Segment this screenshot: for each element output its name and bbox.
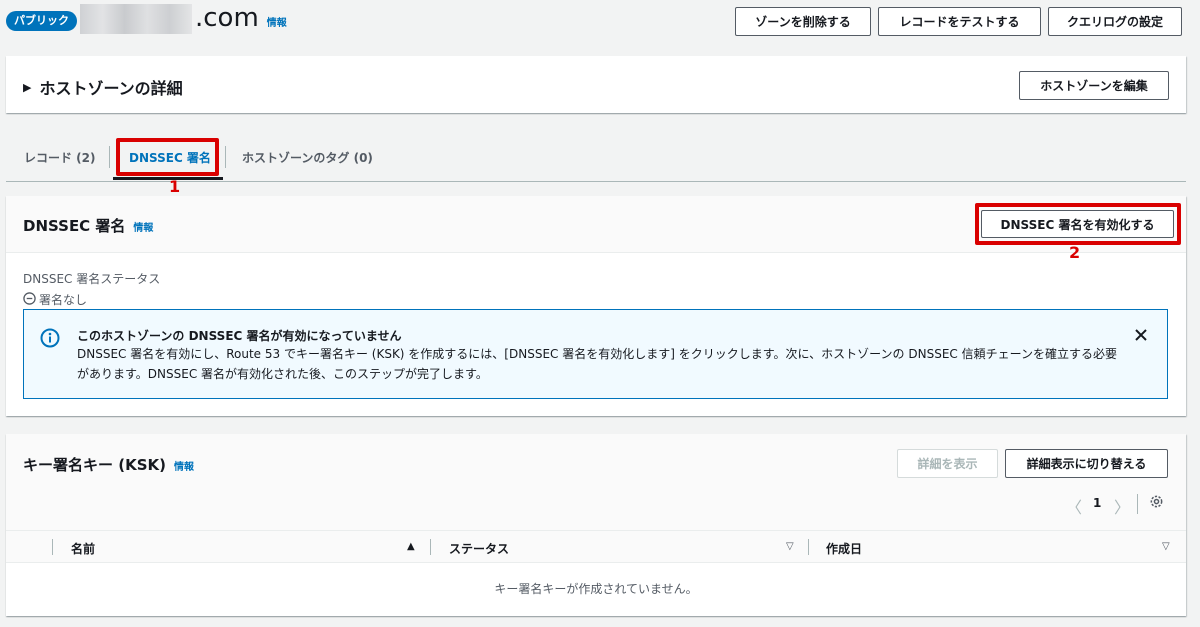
- highlight-box-1: [116, 138, 219, 176]
- active-tab-indicator: [113, 177, 223, 180]
- caret-right-icon: ▶: [23, 80, 32, 94]
- page-title: .com: [195, 3, 259, 33]
- pagination-divider: [1137, 494, 1138, 514]
- alert-body-line2: があります。DNSSEC 署名が有効化された後、このステップが完了します。: [77, 367, 488, 381]
- sort-icon[interactable]: ▽: [786, 541, 794, 552]
- dnssec-status-value[interactable]: 署名なし: [23, 290, 88, 311]
- dnssec-status-label: DNSSEC 署名ステータス: [23, 272, 161, 286]
- close-icon[interactable]: [1134, 327, 1148, 346]
- tab-bar-divider: [6, 181, 1186, 182]
- column-header-name[interactable]: 名前: [71, 540, 95, 557]
- alert-body-line1: DNSSEC 署名を有効にし、Route 53 でキー署名キー (KSK) を作…: [77, 347, 1117, 361]
- redacted-domain-name: [80, 4, 192, 34]
- minus-circle-icon: [23, 290, 36, 309]
- tab-records[interactable]: レコード (2): [24, 149, 96, 166]
- toggle-detail-view-button[interactable]: 詳細表示に切り替える: [1005, 449, 1168, 478]
- dnssec-info-link[interactable]: 情報: [133, 219, 153, 234]
- edit-zone-button[interactable]: ホストゾーンを編集: [1019, 71, 1169, 100]
- alert-title: このホストゾーンの DNSSEC 署名が有効になっていません: [77, 329, 402, 343]
- zone-details-panel: ▶ ホストゾーンの詳細 ホストゾーンを編集: [6, 56, 1186, 113]
- info-circle-icon: [40, 328, 60, 352]
- ksk-info-link[interactable]: 情報: [174, 458, 194, 473]
- gear-icon[interactable]: [1149, 494, 1164, 513]
- table-header-row: [6, 530, 1186, 563]
- chevron-right-icon[interactable]: 〉: [1114, 494, 1130, 518]
- status-text: 署名なし: [39, 293, 88, 307]
- tab-divider: [109, 146, 110, 168]
- delete-zone-button[interactable]: ゾーンを削除する: [735, 7, 871, 36]
- tab-divider: [225, 146, 226, 168]
- chevron-left-icon[interactable]: 〈: [1066, 494, 1082, 518]
- query-logging-button[interactable]: クエリログの設定: [1048, 7, 1182, 36]
- step-number-1: 1: [169, 177, 181, 196]
- tab-tags[interactable]: ホストゾーンのタグ (0): [242, 149, 373, 166]
- visibility-badge: パブリック: [6, 11, 77, 31]
- page-number[interactable]: 1: [1093, 496, 1101, 510]
- dnssec-title: DNSSEC 署名: [23, 217, 126, 235]
- header-info-link[interactable]: 情報: [267, 14, 287, 29]
- sort-ascending-icon[interactable]: ▲: [407, 541, 415, 552]
- ksk-title: キー署名キー (KSK): [23, 456, 166, 474]
- zone-details-toggle[interactable]: ▶ ホストゾーンの詳細: [23, 75, 183, 99]
- table-empty-message: キー署名キーが作成されていません。: [494, 582, 698, 596]
- column-header-created[interactable]: 作成日: [826, 540, 862, 557]
- column-header-status[interactable]: ステータス: [449, 540, 509, 557]
- highlight-box-2: [975, 203, 1181, 245]
- test-record-button[interactable]: レコードをテストする: [878, 7, 1041, 36]
- column-divider: [808, 539, 809, 555]
- view-details-button[interactable]: 詳細を表示: [897, 449, 998, 478]
- column-divider: [52, 539, 53, 555]
- zone-details-title: ホストゾーンの詳細: [39, 79, 183, 98]
- step-number-2: 2: [1069, 243, 1081, 262]
- column-divider: [430, 539, 431, 555]
- sort-icon[interactable]: ▽: [1162, 541, 1170, 552]
